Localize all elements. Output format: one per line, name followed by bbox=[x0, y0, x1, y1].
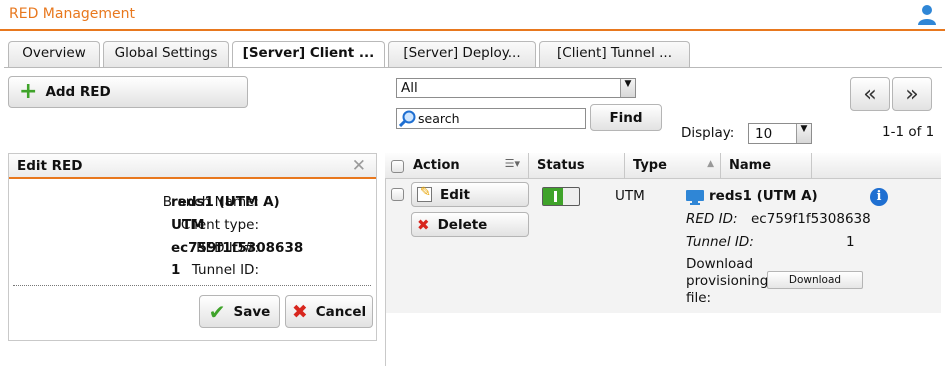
client-type-value: UTM bbox=[171, 217, 205, 233]
edit-red-panel: Edit RED ✕ Branch Name: reds1 (UTM A) Cl… bbox=[8, 153, 377, 341]
find-button[interactable]: Find bbox=[590, 104, 662, 131]
search-input[interactable]: search bbox=[396, 108, 586, 129]
next-page-button[interactable]: » bbox=[892, 77, 932, 111]
enable-toggle[interactable] bbox=[542, 187, 580, 206]
checkmark-icon: ✔ bbox=[208, 299, 226, 324]
x-icon: ✖ bbox=[291, 300, 308, 323]
edit-button[interactable]: ✎ Edit bbox=[411, 182, 529, 207]
column-type[interactable]: Type ▲ bbox=[625, 153, 721, 179]
download-text-line-3: file: bbox=[686, 290, 712, 306]
row-checkbox[interactable] bbox=[391, 188, 404, 201]
column-name[interactable]: Name bbox=[721, 153, 812, 179]
info-icon[interactable]: i bbox=[870, 188, 888, 206]
edit-panel-title: Edit RED bbox=[17, 158, 83, 174]
delete-button[interactable]: ✖ Delete bbox=[411, 212, 529, 237]
select-all-checkbox[interactable] bbox=[391, 160, 404, 173]
edit-icon: ✎ bbox=[417, 185, 432, 202]
toggle-on-indicator bbox=[543, 188, 563, 205]
tunnel-id-label: Tunnel ID: bbox=[191, 262, 259, 278]
add-red-label: Add RED bbox=[45, 84, 111, 100]
user-icon[interactable] bbox=[917, 4, 937, 26]
column-status[interactable]: Status bbox=[529, 153, 625, 179]
display-count-select[interactable]: 10 ▼ bbox=[748, 123, 812, 144]
close-icon[interactable]: ✕ bbox=[352, 156, 366, 176]
x-icon: ✖ bbox=[417, 215, 430, 234]
add-red-button[interactable]: + Add RED bbox=[8, 76, 248, 108]
form-divider bbox=[13, 285, 371, 286]
edit-panel-header: Edit RED ✕ bbox=[9, 154, 376, 179]
grid-header: Action ☰▾ Status Type ▲ Name bbox=[385, 153, 941, 179]
pagination-range: 1-1 of 1 bbox=[882, 124, 935, 140]
grid-left-border bbox=[385, 179, 386, 366]
red-id-detail-value: ec759f1f5308638 bbox=[751, 211, 871, 227]
tunnel-id-detail-value: 1 bbox=[846, 234, 855, 250]
monitor-icon bbox=[686, 190, 704, 209]
row-type: UTM bbox=[615, 188, 645, 204]
red-grid: Action ☰▾ Status Type ▲ Name ✎ Edit ✖ De… bbox=[385, 153, 941, 313]
download-text-line-2: provisioning bbox=[686, 273, 769, 289]
column-type-label: Type bbox=[633, 158, 667, 173]
branch-name-value: reds1 (UTM A) bbox=[171, 194, 280, 210]
tunnel-id-value: 1 bbox=[171, 262, 181, 278]
plus-icon: + bbox=[19, 79, 38, 104]
tab-divider bbox=[4, 67, 942, 68]
column-action[interactable]: Action ☰▾ bbox=[405, 153, 529, 179]
cancel-button[interactable]: ✖ Cancel bbox=[285, 295, 373, 328]
chevron-down-icon: ▼ bbox=[796, 124, 811, 143]
download-provisioning-label: Download provisioning file: bbox=[686, 256, 768, 307]
column-action-label: Action bbox=[413, 158, 460, 173]
tunnel-id-detail-label: Tunnel ID: bbox=[686, 234, 754, 250]
tab-server-deploy[interactable]: [Server] Deploy... bbox=[388, 41, 536, 67]
app-title: RED Management bbox=[9, 6, 136, 22]
header-bar bbox=[0, 0, 945, 31]
sort-ascending-icon: ▲ bbox=[707, 159, 714, 169]
tab-client-tunnel[interactable]: [Client] Tunnel ... bbox=[539, 41, 690, 67]
filter-value: All bbox=[401, 80, 418, 96]
chevron-down-icon: ▼ bbox=[620, 79, 635, 97]
red-id-detail-label: RED ID: bbox=[686, 211, 738, 227]
tab-server-client[interactable]: [Server] Client ... bbox=[232, 41, 385, 68]
row-name: reds1 (UTM A) bbox=[709, 188, 818, 204]
download-text-line-1: Download bbox=[686, 256, 754, 272]
save-label: Save bbox=[233, 303, 271, 320]
edit-label: Edit bbox=[440, 186, 470, 203]
search-placeholder: search bbox=[418, 111, 460, 126]
sort-icon[interactable]: ☰▾ bbox=[505, 157, 520, 170]
client-type-label: Client type: bbox=[180, 217, 259, 233]
delete-label: Delete bbox=[437, 216, 488, 233]
cancel-label: Cancel bbox=[315, 303, 367, 320]
tab-overview[interactable]: Overview bbox=[8, 41, 100, 67]
display-count-value: 10 bbox=[755, 126, 773, 142]
download-button[interactable]: Download bbox=[767, 271, 863, 289]
display-label: Display: bbox=[681, 125, 735, 141]
save-button[interactable]: ✔ Save bbox=[199, 295, 280, 328]
filter-select[interactable]: All ▼ bbox=[396, 78, 636, 98]
red-id-value: ec759f1f5308638 bbox=[171, 240, 304, 256]
tab-global-settings[interactable]: Global Settings bbox=[103, 41, 229, 67]
search-icon bbox=[398, 110, 417, 131]
toggle-knob bbox=[554, 191, 557, 202]
previous-page-button[interactable]: « bbox=[850, 77, 890, 111]
